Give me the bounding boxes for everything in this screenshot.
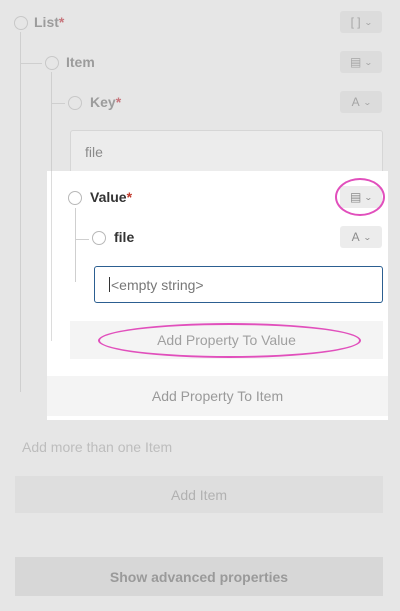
tree-guide-file-branch [75,239,89,240]
file-label: file [114,229,135,245]
add-property-highlight [98,323,361,358]
tree-guide-item-branch [20,63,42,64]
key-type-selector[interactable]: A ⌄ [340,91,382,113]
text-cursor [109,277,110,292]
table-icon: ▤ [349,55,362,69]
add-property-to-item-button[interactable]: Add Property To Item [47,376,388,416]
list-type-selector[interactable]: [ ] ⌄ [340,11,382,33]
key-label: Key* [90,94,122,110]
tree-guide-list [20,32,21,392]
tree-guide-item-continued [51,171,52,341]
show-advanced-properties-button[interactable]: Show advanced properties [15,557,383,596]
item-label: Item [66,54,95,70]
key-value-input[interactable]: file [70,130,383,174]
text-type-icon: A [351,95,360,109]
add-more-than-one-item-link[interactable]: Add more than one Item [22,439,172,455]
item-radio[interactable] [45,56,59,70]
type-selector-highlight [335,178,385,216]
item-type-selector[interactable]: ▤ ⌄ [340,51,382,73]
value-label: Value* [90,189,133,205]
tree-guide-value [75,208,76,282]
file-value-input[interactable]: <empty string> [94,266,383,303]
list-label: List* [34,14,65,30]
chevron-down-icon: ⌄ [362,232,372,242]
value-radio[interactable] [68,191,82,205]
chevron-down-icon: ⌄ [363,17,373,27]
file-value-placeholder: <empty string> [111,276,204,293]
brackets-icon: [ ] [350,15,361,29]
list-radio[interactable] [14,16,28,30]
text-type-icon: A [351,230,360,244]
key-radio[interactable] [68,96,82,110]
file-radio[interactable] [92,231,106,245]
tree-guide-key-branch [51,103,65,104]
add-item-button[interactable]: Add Item [15,476,383,513]
chevron-down-icon: ⌄ [364,57,374,67]
chevron-down-icon: ⌄ [362,97,372,107]
tree-guide-item [51,72,52,172]
file-type-selector[interactable]: A ⌄ [340,226,382,248]
